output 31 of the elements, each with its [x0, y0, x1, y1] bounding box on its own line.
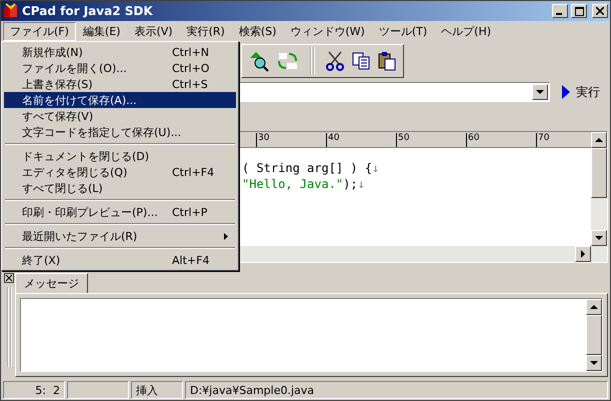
menu-item[interactable]: 文字コードを指定して保存(U)... — [4, 124, 236, 140]
menu-item[interactable]: 最近開いたファイル(R) — [4, 228, 236, 244]
menu-item[interactable]: 印刷・印刷プレビュー(P)... Ctrl+P — [4, 204, 236, 220]
menu-item[interactable]: 新規作成(N) Ctrl+N — [4, 44, 236, 60]
menu-item[interactable]: 終了(X) Alt+F4 — [4, 252, 236, 268]
menu-item[interactable]: ドキュメントを閉じる(D) — [4, 148, 236, 164]
menu-item[interactable]: 実行(R) — [180, 22, 232, 40]
code-line: ( String arg[] ) {↓ — [242, 160, 380, 176]
menu-item[interactable]: ウィンドウ(W) — [283, 22, 372, 40]
ruler-number: 50 — [396, 133, 466, 147]
menu-item[interactable]: すべて閉じる(L) — [4, 180, 236, 196]
message-tab[interactable]: メッセージ — [15, 273, 88, 293]
menu-item[interactable]: 編集(E) — [76, 22, 128, 40]
status-text: 挿入 — [131, 381, 183, 399]
menu-item[interactable]: エディタを閉じる(Q) Ctrl+F4 — [4, 164, 236, 180]
menu-item[interactable]: ツール(T) — [372, 22, 434, 40]
menu-item[interactable]: ヘルプ(H) — [434, 22, 498, 40]
status-text: D:¥java¥Sample0.java — [185, 381, 608, 399]
ruler-number: 30 — [256, 133, 326, 147]
menu-item[interactable]: ファイルを開く(O)... Ctrl+O — [4, 60, 236, 76]
window-title: CPad for Java2 SDK — [22, 4, 154, 18]
menu-item[interactable]: 上書き保存(S) Ctrl+S — [4, 76, 236, 92]
ruler-number: 60 — [466, 133, 536, 147]
code-line: "Hello, Java.");↓ — [242, 176, 366, 192]
ruler-number: 40 — [326, 133, 396, 147]
status-text: 5: 2 — [3, 381, 65, 399]
menu-item[interactable]: 表示(V) — [127, 22, 180, 40]
menu-item[interactable]: ファイル(F) — [3, 22, 76, 40]
menu-item[interactable]: すべて保存(V) — [4, 108, 236, 124]
menu-item[interactable]: 検索(S) — [232, 22, 284, 40]
menu-item[interactable]: 名前を付けて保存(A)... — [4, 92, 236, 108]
